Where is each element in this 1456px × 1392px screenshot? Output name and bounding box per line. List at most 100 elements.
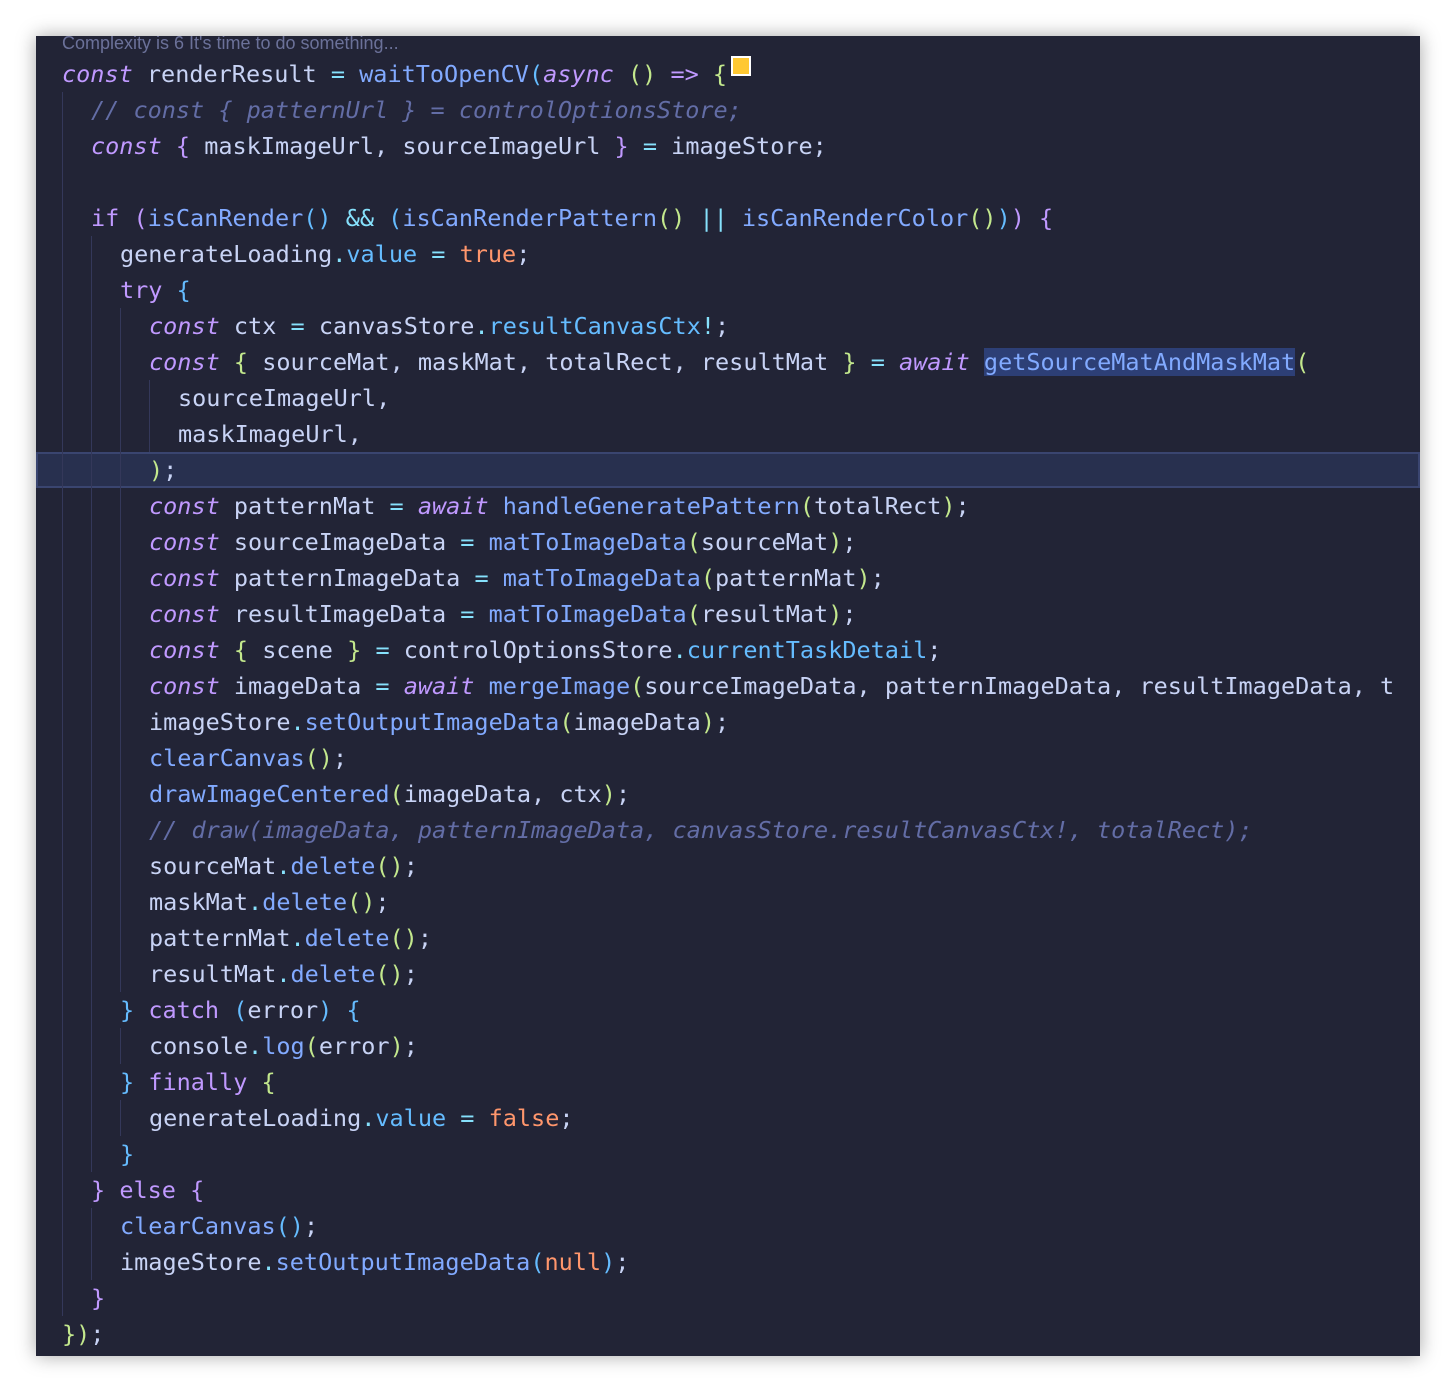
- keyword: finally: [148, 1068, 248, 1096]
- punctuation: ;: [90, 1320, 105, 1348]
- punctuation: .: [474, 312, 489, 340]
- bracket: }: [614, 132, 629, 160]
- punctuation: .: [248, 888, 263, 916]
- identifier: imageStore: [149, 708, 291, 736]
- current-line[interactable]: );: [36, 452, 1420, 488]
- comment: // const { patternUrl } = controlOptions…: [91, 96, 742, 124]
- operator: =: [474, 564, 489, 592]
- code-line[interactable]: generateLoading.value = true;: [36, 236, 1420, 272]
- identifier: imageData: [403, 780, 532, 808]
- code-area[interactable]: const renderResult = waitToOpenCV(async …: [36, 56, 1420, 1352]
- code-line[interactable]: maskMat.delete();: [36, 884, 1420, 920]
- code-line[interactable]: try {: [36, 272, 1420, 308]
- punctuation: ;: [375, 888, 390, 916]
- code-line[interactable]: } finally {: [36, 1064, 1420, 1100]
- function-name: isCanRenderColor: [741, 204, 969, 232]
- code-line[interactable]: imageStore.setOutputImageData(imageData)…: [36, 704, 1420, 740]
- code-line[interactable]: generateLoading.value = false;: [36, 1100, 1420, 1136]
- identifier: scene: [262, 636, 333, 664]
- bracket: ): [828, 528, 843, 556]
- code-line[interactable]: imageStore.setOutputImageData(null);: [36, 1244, 1420, 1280]
- identifier: imageStore: [671, 132, 813, 160]
- bracket: (): [304, 744, 333, 772]
- operator: =: [870, 348, 885, 376]
- keyword: const: [149, 492, 220, 520]
- code-line[interactable]: const patternMat = await handleGenerateP…: [36, 488, 1420, 524]
- bracket: (): [347, 888, 376, 916]
- punctuation: .: [276, 852, 291, 880]
- bracket: }: [120, 1068, 135, 1096]
- operator: =: [375, 636, 390, 664]
- code-line[interactable]: [36, 164, 1420, 200]
- code-line[interactable]: const resultImageData = matToImageData(r…: [36, 596, 1420, 632]
- identifier: patternMat: [233, 492, 376, 520]
- identifier: sourceImageData: [233, 528, 447, 556]
- identifier: sourceMat: [149, 852, 277, 880]
- function-name: setOutputImageData: [275, 1248, 531, 1276]
- code-line[interactable]: }: [36, 1280, 1420, 1316]
- code-line[interactable]: });: [36, 1316, 1420, 1352]
- color-swatch-icon[interactable]: [731, 56, 752, 76]
- code-line[interactable]: const { scene } = controlOptionsStore.cu…: [36, 632, 1420, 668]
- code-line[interactable]: const sourceImageData = matToImageData(s…: [36, 524, 1420, 560]
- function-name: delete: [290, 960, 376, 988]
- code-line[interactable]: console.log(error);: [36, 1028, 1420, 1064]
- keyword: if: [91, 204, 120, 232]
- code-line[interactable]: const { maskImageUrl, sourceImageUrl } =…: [36, 128, 1420, 164]
- code-line[interactable]: const { sourceMat, maskMat, totalRect, r…: [36, 344, 1420, 380]
- identifier: patternMat: [714, 564, 857, 592]
- punctuation: ;: [955, 492, 970, 520]
- code-line[interactable]: const patternImageData = matToImageData(…: [36, 560, 1420, 596]
- code-line[interactable]: clearCanvas();: [36, 1208, 1420, 1244]
- selected-function-name[interactable]: getSourceMatAndMaskMat: [983, 348, 1296, 376]
- identifier: sourceMat: [262, 348, 390, 376]
- bracket: (): [375, 960, 404, 988]
- function-name: delete: [262, 888, 348, 916]
- property: currentTaskDetail: [686, 636, 928, 664]
- code-line[interactable]: const imageData = await mergeImage(sourc…: [36, 668, 1420, 704]
- punctuation: ;: [715, 312, 730, 340]
- code-line[interactable]: if (isCanRender() && (isCanRenderPattern…: [36, 200, 1420, 236]
- code-line[interactable]: const ctx = canvasStore.resultCanvasCtx!…: [36, 308, 1420, 344]
- code-line[interactable]: patternMat.delete();: [36, 920, 1420, 956]
- identifier: imageStore: [120, 1248, 262, 1276]
- bracket: (: [389, 780, 404, 808]
- punctuation: .: [261, 1248, 276, 1276]
- complexity-codelens[interactable]: Complexity is 6 It's time to do somethin…: [62, 36, 399, 54]
- punctuation: .: [672, 636, 687, 664]
- identifier: t: [1380, 672, 1395, 700]
- punctuation: ;: [403, 852, 418, 880]
- code-line[interactable]: maskImageUrl,: [36, 416, 1420, 452]
- function-name: log: [262, 1032, 305, 1060]
- bracket: (): [275, 1212, 304, 1240]
- operator: !: [700, 312, 716, 340]
- code-line[interactable]: resultMat.delete();: [36, 956, 1420, 992]
- bracket: }: [347, 636, 362, 664]
- identifier: sourceImageData: [644, 672, 857, 700]
- identifier: resultMat: [700, 348, 829, 376]
- code-line[interactable]: sourceImageUrl,: [36, 380, 1420, 416]
- code-line[interactable]: // const { patternUrl } = controlOptions…: [36, 92, 1420, 128]
- keyword: const: [149, 528, 220, 556]
- operator: =: [460, 600, 475, 628]
- identifier: maskMat: [149, 888, 249, 916]
- code-line[interactable]: clearCanvas();: [36, 740, 1420, 776]
- bracket: ): [700, 708, 715, 736]
- bracket: }: [120, 996, 135, 1024]
- bracket: }: [91, 1176, 106, 1204]
- bracket: (): [628, 60, 657, 88]
- identifier: console: [149, 1032, 249, 1060]
- identifier: renderResult: [146, 60, 317, 88]
- code-line[interactable]: }: [36, 1136, 1420, 1172]
- bracket: {: [346, 996, 361, 1024]
- code-line[interactable]: } else {: [36, 1172, 1420, 1208]
- bracket: {: [190, 1176, 205, 1204]
- bracket: {: [1039, 204, 1054, 232]
- code-line[interactable]: const renderResult = waitToOpenCV(async …: [36, 56, 1420, 92]
- function-name: matToImageData: [488, 528, 687, 556]
- code-line[interactable]: drawImageCentered(imageData, ctx);: [36, 776, 1420, 812]
- code-line[interactable]: sourceMat.delete();: [36, 848, 1420, 884]
- code-line[interactable]: } catch (error) {: [36, 992, 1420, 1028]
- code-line[interactable]: // draw(imageData, patternImageData, can…: [36, 812, 1420, 848]
- code-editor[interactable]: Complexity is 6 It's time to do somethin…: [36, 36, 1420, 1356]
